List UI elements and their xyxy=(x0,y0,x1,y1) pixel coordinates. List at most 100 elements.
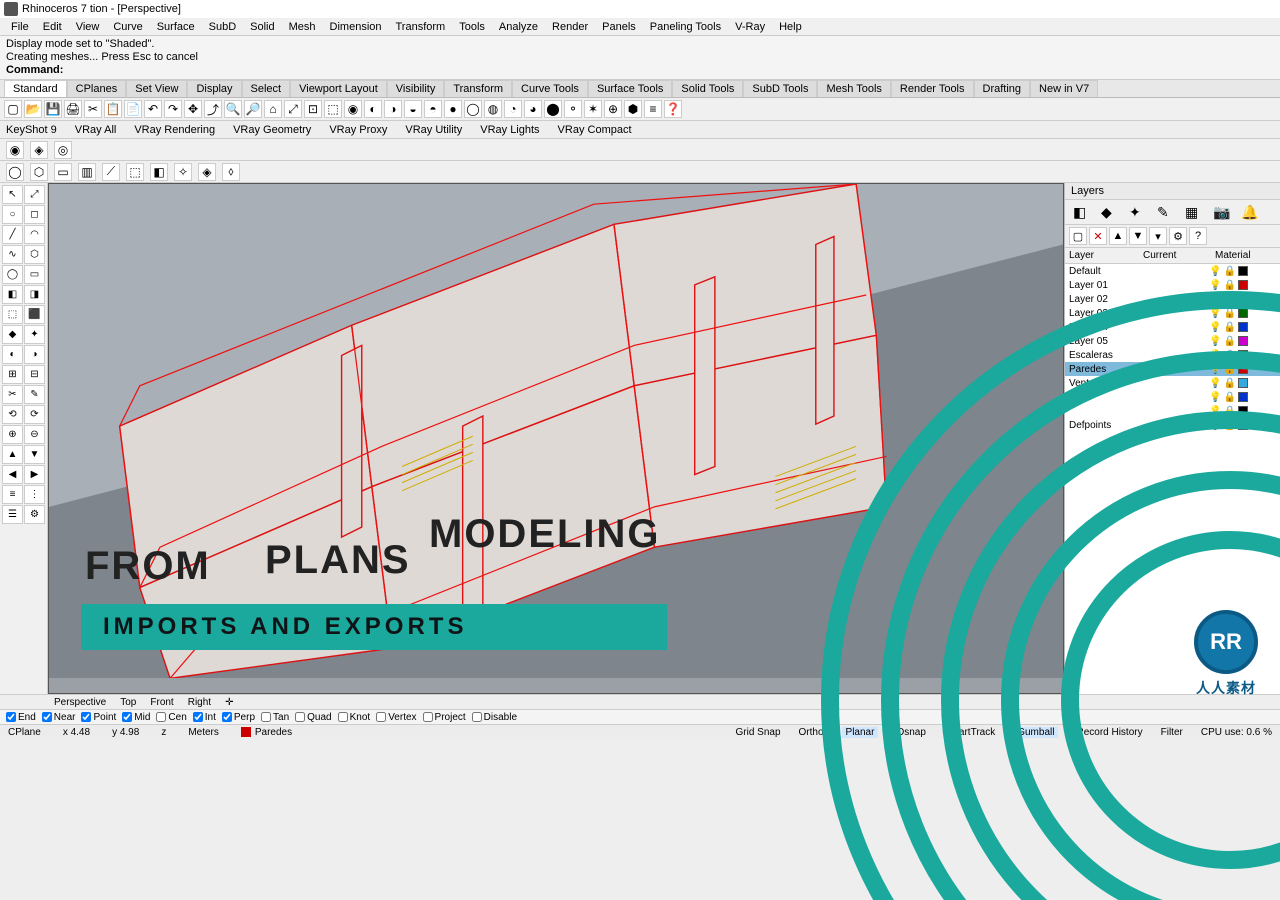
toolbar-btn-25[interactable]: ◔ xyxy=(504,100,522,118)
tool-11[interactable]: ◨ xyxy=(24,285,45,304)
tool-16[interactable]: ◐ xyxy=(2,345,23,364)
layer-row-Layer 03[interactable]: Layer 03💡🔒 xyxy=(1065,306,1280,320)
tool-4[interactable]: ╱ xyxy=(2,225,23,244)
osnap-perp[interactable]: Perp xyxy=(222,712,255,723)
display-btn-5[interactable]: ⬚ xyxy=(126,163,144,181)
display-btn-3[interactable]: ▥ xyxy=(78,163,96,181)
status-toggle-ortho[interactable]: Ortho xyxy=(799,727,824,738)
toolbar-btn-20[interactable]: ◒ xyxy=(404,100,422,118)
menu-dimension[interactable]: Dimension xyxy=(325,20,387,34)
new-layer-button[interactable]: ▢ xyxy=(1069,227,1087,245)
tool-1[interactable]: ⤢ xyxy=(24,185,45,204)
col-layer[interactable]: Layer xyxy=(1065,248,1139,263)
tool-31[interactable]: ⋮ xyxy=(24,485,45,504)
menu-view[interactable]: View xyxy=(71,20,105,34)
tab-vray-all[interactable]: VRay All xyxy=(75,124,117,136)
layer-row-Default[interactable]: Default💡🔒 xyxy=(1065,264,1280,278)
toolbar-btn-19[interactable]: ◑ xyxy=(384,100,402,118)
tab-materials-icon[interactable]: ✦ xyxy=(1129,204,1145,220)
tab-transform[interactable]: Transform xyxy=(444,80,512,97)
status-units[interactable]: Meters xyxy=(188,727,219,738)
tool-23[interactable]: ⟳ xyxy=(24,405,45,424)
perspective-viewport[interactable]: Perspective ⏷ xyxy=(48,183,1064,694)
toolbar-btn-3[interactable]: 🖨 xyxy=(64,100,82,118)
tab-render-icon[interactable]: ✎ xyxy=(1157,204,1173,220)
tool-0[interactable]: ↖ xyxy=(2,185,23,204)
tab-vray-lights[interactable]: VRay Lights xyxy=(480,124,539,136)
tab-display-icon[interactable]: ▦ xyxy=(1185,204,1201,220)
tab-render-tools[interactable]: Render Tools xyxy=(891,80,974,97)
menu-curve[interactable]: Curve xyxy=(108,20,147,34)
toolbar-btn-0[interactable]: ▢ xyxy=(4,100,22,118)
layer-tools-button[interactable]: ⚙ xyxy=(1169,227,1187,245)
menu-file[interactable]: File xyxy=(6,20,34,34)
osnap-disable[interactable]: Disable xyxy=(472,712,517,723)
tool-17[interactable]: ◑ xyxy=(24,345,45,364)
cmd-prompt[interactable]: Command: xyxy=(6,64,63,76)
toolbar-btn-32[interactable]: ≡ xyxy=(644,100,662,118)
tool-7[interactable]: ⬡ xyxy=(24,245,45,264)
display-btn-6[interactable]: ◧ xyxy=(150,163,168,181)
tool-28[interactable]: ◀ xyxy=(2,465,23,484)
tool-20[interactable]: ✂ xyxy=(2,385,23,404)
tool-8[interactable]: ◯ xyxy=(2,265,23,284)
status-toggle-record-history[interactable]: Record History xyxy=(1076,727,1142,738)
tab-vray-geometry[interactable]: VRay Geometry xyxy=(233,124,311,136)
tab-curve-tools[interactable]: Curve Tools xyxy=(512,80,588,97)
osnap-tan[interactable]: Tan xyxy=(261,712,289,723)
toolbar-btn-29[interactable]: ✶ xyxy=(584,100,602,118)
menu-transform[interactable]: Transform xyxy=(391,20,451,34)
display-btn-1[interactable]: ⬡ xyxy=(30,163,48,181)
toolbar-btn-27[interactable]: ⬤ xyxy=(544,100,562,118)
delete-layer-button[interactable]: ✕ xyxy=(1089,227,1107,245)
tab-help-icon[interactable]: 📷 xyxy=(1213,204,1229,220)
toolbar-btn-16[interactable]: ⬚ xyxy=(324,100,342,118)
tab-mesh-tools[interactable]: Mesh Tools xyxy=(817,80,890,97)
tool-30[interactable]: ≡ xyxy=(2,485,23,504)
tool-26[interactable]: ▲ xyxy=(2,445,23,464)
tab-visibility[interactable]: Visibility xyxy=(387,80,445,97)
display-btn-7[interactable]: ✧ xyxy=(174,163,192,181)
viewport-tab-front[interactable]: Front xyxy=(150,697,173,708)
toolbar-btn-33[interactable]: ❓ xyxy=(664,100,682,118)
menu-tools[interactable]: Tools xyxy=(454,20,490,34)
layer-row-Ventanas[interactable]: Ventanas💡🔒 xyxy=(1065,376,1280,390)
toolbar-btn-4[interactable]: ✂ xyxy=(84,100,102,118)
toolbar-btn-5[interactable]: 📋 xyxy=(104,100,122,118)
tool-25[interactable]: ⊖ xyxy=(24,425,45,444)
tab-notify-icon[interactable]: 🔔 xyxy=(1241,204,1257,220)
osnap-quad[interactable]: Quad xyxy=(295,712,331,723)
tool-22[interactable]: ⟲ xyxy=(2,405,23,424)
menu-analyze[interactable]: Analyze xyxy=(494,20,543,34)
tab-viewport-layout[interactable]: Viewport Layout xyxy=(290,80,387,97)
vray-btn-2[interactable]: ◈ xyxy=(30,141,48,159)
help-icon[interactable]: ? xyxy=(1189,227,1207,245)
layer-row-Escaleras[interactable]: Escaleras💡🔒 xyxy=(1065,348,1280,362)
layer-row-Paredes[interactable]: Paredes💡🔒 xyxy=(1065,362,1280,376)
status-layer[interactable]: Paredes xyxy=(241,727,292,738)
viewport-tab-right[interactable]: Right xyxy=(188,697,211,708)
menu-panels[interactable]: Panels xyxy=(597,20,641,34)
status-toggle-smarttrack[interactable]: SmartTrack xyxy=(944,727,995,738)
tool-13[interactable]: ⬛ xyxy=(24,305,45,324)
tool-15[interactable]: ✦ xyxy=(24,325,45,344)
toolbar-btn-17[interactable]: ◉ xyxy=(344,100,362,118)
layer-row-Defpoints[interactable]: Defpoints💡🔒 xyxy=(1065,418,1280,432)
menu-paneling-tools[interactable]: Paneling Tools xyxy=(645,20,726,34)
tool-24[interactable]: ⊕ xyxy=(2,425,23,444)
toolbar-btn-9[interactable]: ✥ xyxy=(184,100,202,118)
toolbar-btn-6[interactable]: 📄 xyxy=(124,100,142,118)
display-btn-4[interactable]: ⟋ xyxy=(102,163,120,181)
toolbar-btn-22[interactable]: ● xyxy=(444,100,462,118)
menu-subd[interactable]: SubD xyxy=(204,20,242,34)
tool-27[interactable]: ▼ xyxy=(24,445,45,464)
viewport-tab-top[interactable]: Top xyxy=(120,697,136,708)
tool-32[interactable]: ☰ xyxy=(2,505,23,524)
status-toggle-filter[interactable]: Filter xyxy=(1161,727,1183,738)
menu-v-ray[interactable]: V-Ray xyxy=(730,20,770,34)
osnap-vertex[interactable]: Vertex xyxy=(376,712,416,723)
move-up-button[interactable]: ▲ xyxy=(1109,227,1127,245)
toolbar-btn-1[interactable]: 📂 xyxy=(24,100,42,118)
toolbar-btn-8[interactable]: ↷ xyxy=(164,100,182,118)
tool-10[interactable]: ◧ xyxy=(2,285,23,304)
